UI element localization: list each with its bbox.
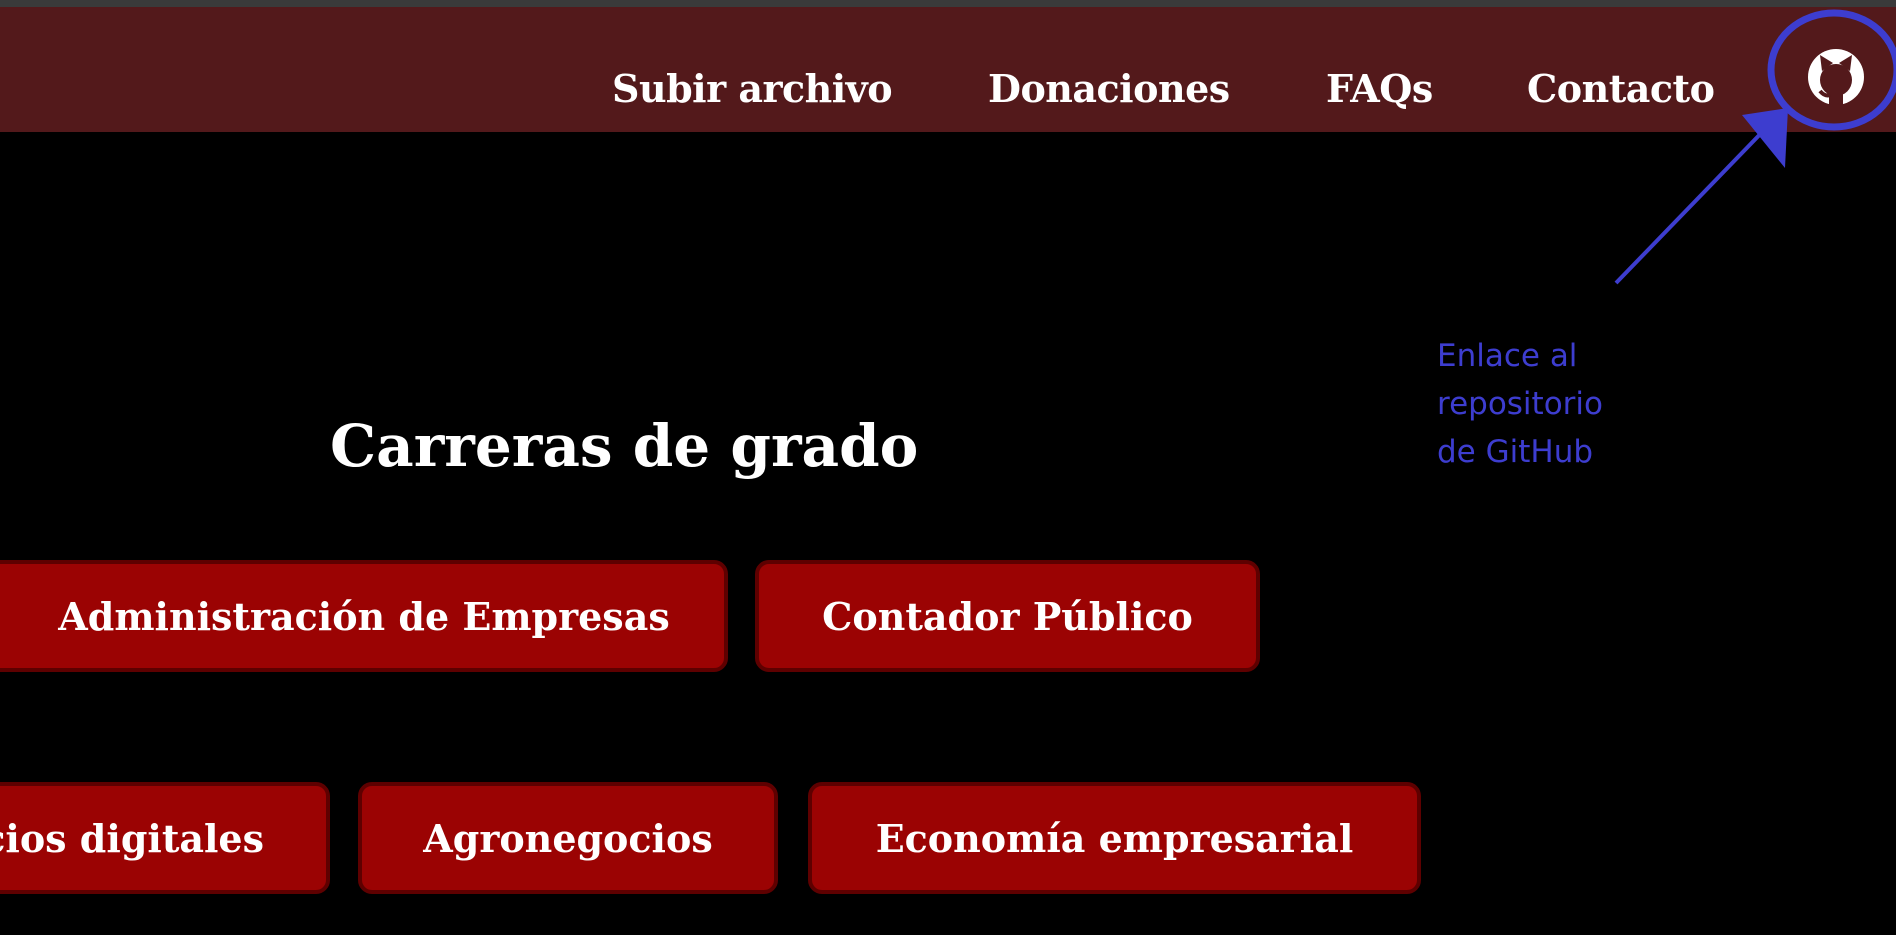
annotation-line: repositorio bbox=[1437, 386, 1603, 422]
career-button-label: cios digitales bbox=[0, 815, 264, 861]
career-button-label: Contador Público bbox=[822, 593, 1193, 639]
nav-link-donations[interactable]: Donaciones bbox=[988, 63, 1230, 115]
career-button-administracion[interactable]: Administración de Empresas bbox=[0, 560, 728, 672]
annotation-note: Enlace al repositorio de GitHub bbox=[1437, 332, 1677, 476]
nav-link-upload[interactable]: Subir archivo bbox=[612, 63, 893, 115]
career-button-economia[interactable]: Economía empresarial bbox=[808, 782, 1421, 894]
github-link[interactable] bbox=[1800, 41, 1872, 113]
nav-link-contact[interactable]: Contacto bbox=[1527, 63, 1715, 115]
top-navbar: Subir archivo Donaciones FAQs Contacto bbox=[0, 7, 1896, 132]
career-button-label: Economía empresarial bbox=[875, 815, 1354, 861]
career-button-label: Agronegocios bbox=[423, 815, 713, 861]
nav-link-faqs[interactable]: FAQs bbox=[1326, 63, 1433, 115]
page: Subir archivo Donaciones FAQs Contacto C… bbox=[0, 0, 1896, 935]
page-title: Carreras de grado bbox=[330, 412, 919, 480]
annotation-line: de GitHub bbox=[1437, 434, 1594, 470]
github-icon bbox=[1808, 49, 1864, 107]
annotation-line: Enlace al bbox=[1437, 338, 1578, 374]
window-top-edge bbox=[0, 0, 1896, 7]
annotation-arrow-line bbox=[1614, 122, 1772, 285]
career-button-agronegocios[interactable]: Agronegocios bbox=[358, 782, 778, 894]
career-button-negocios-digitales[interactable]: cios digitales bbox=[0, 782, 330, 894]
career-button-label: Administración de Empresas bbox=[58, 593, 670, 639]
career-button-contador[interactable]: Contador Público bbox=[755, 560, 1260, 672]
